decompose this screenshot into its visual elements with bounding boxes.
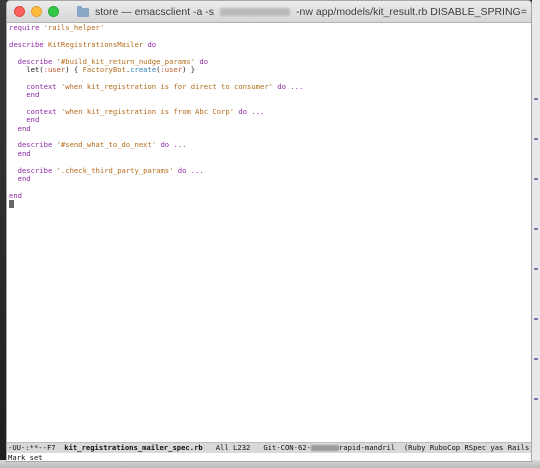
- window-title-prefix: store — emacsclient -a -s: [95, 6, 215, 18]
- window-title: store — emacsclient -a -s -nw app/models…: [77, 1, 527, 23]
- zoom-window-button[interactable]: [48, 6, 59, 17]
- code-line: require 'rails_helper': [9, 23, 531, 32]
- window-title-suffix: -nw app/models/kit_result.rb DISABLE_SPR…: [296, 6, 527, 18]
- emacs-mode-line: -UU-:**--F7 kit_registrations_mailer_spe…: [7, 442, 531, 453]
- code-line: context 'when kit_registration is for di…: [9, 81, 531, 91]
- code-token: do: [195, 56, 209, 66]
- window-titlebar[interactable]: store — emacsclient -a -s -nw app/models…: [7, 1, 531, 23]
- code-line: end: [9, 174, 531, 184]
- code-line: describe '.check_third_party_params' do …: [9, 165, 531, 175]
- code-token: ) {: [65, 64, 83, 74]
- modeline-buffer-name: kit_registrations_mailer_spec.rb: [64, 443, 203, 452]
- code-token: let(: [9, 64, 44, 74]
- window-controls: [7, 6, 59, 17]
- code-token: do: [143, 39, 157, 49]
- folder-icon: [77, 5, 89, 17]
- modeline-modes: (Ruby RuboCop RSpec yas Rails Projectile…: [403, 443, 530, 452]
- code-token: :user: [43, 64, 66, 74]
- code-line: end: [9, 116, 531, 124]
- minibuffer-message: Mark set: [8, 453, 43, 462]
- code-token: end: [9, 148, 31, 158]
- close-window-button[interactable]: [14, 6, 25, 17]
- modeline-position: All L232 Git-CON-62-: [202, 443, 311, 452]
- code-token: end: [9, 190, 22, 200]
- modeline-branch-suffix: rapid-mandril: [338, 443, 404, 452]
- code-token: do ...: [272, 81, 304, 91]
- code-token: do ...: [173, 165, 204, 175]
- code-token: 'when kit_registration is for direct to …: [60, 81, 273, 91]
- emacs-minibuffer[interactable]: Mark set: [7, 453, 531, 462]
- code-line: end: [9, 148, 531, 158]
- cursor-line: [9, 200, 531, 209]
- code-line: end: [9, 190, 531, 200]
- code-line: end: [9, 90, 531, 100]
- code-token: describe: [9, 39, 48, 49]
- code-token: '#send_what_to_do_next': [56, 140, 157, 150]
- code-token: 'when kit_registration is from Abc Corp': [60, 106, 235, 116]
- code-line: context 'when kit_registration is from A…: [9, 106, 531, 116]
- code-token: :user: [160, 64, 183, 74]
- code-token: create: [130, 64, 157, 74]
- background-window-right: [532, 0, 540, 468]
- redacted-socket-name: [220, 8, 291, 16]
- minimize-window-button[interactable]: [31, 6, 42, 17]
- code-line: describe KitRegistrationsMailer do: [9, 39, 531, 49]
- code-line: describe '#send_what_to_do_next' do ...: [9, 141, 531, 149]
- code-token: do ...: [156, 140, 187, 150]
- terminal-window[interactable]: store — emacsclient -a -s -nw app/models…: [6, 0, 532, 462]
- code-token: end: [9, 174, 31, 184]
- code-line: let(:user) { FactoryBot.create(:user) }: [9, 64, 531, 74]
- text-cursor: [9, 200, 14, 209]
- code-token: 'rails_helper': [43, 23, 105, 32]
- code-editor[interactable]: require 'rails_helper' describe KitRegist…: [7, 23, 531, 442]
- code-token: KitRegistrationsMailer: [47, 39, 144, 49]
- code-token: end: [9, 123, 31, 133]
- code-token: FactoryBot: [82, 64, 126, 74]
- modeline-status: -UU-:**--F7: [8, 443, 65, 452]
- code-line: end: [9, 123, 531, 133]
- code-token: end: [9, 90, 40, 100]
- code-token: do ...: [234, 106, 265, 116]
- code-token: '.check_third_party_params': [56, 165, 174, 175]
- code-token: ) }: [182, 64, 196, 74]
- code-token: require: [9, 23, 44, 32]
- redacted-branch-part: [310, 444, 339, 451]
